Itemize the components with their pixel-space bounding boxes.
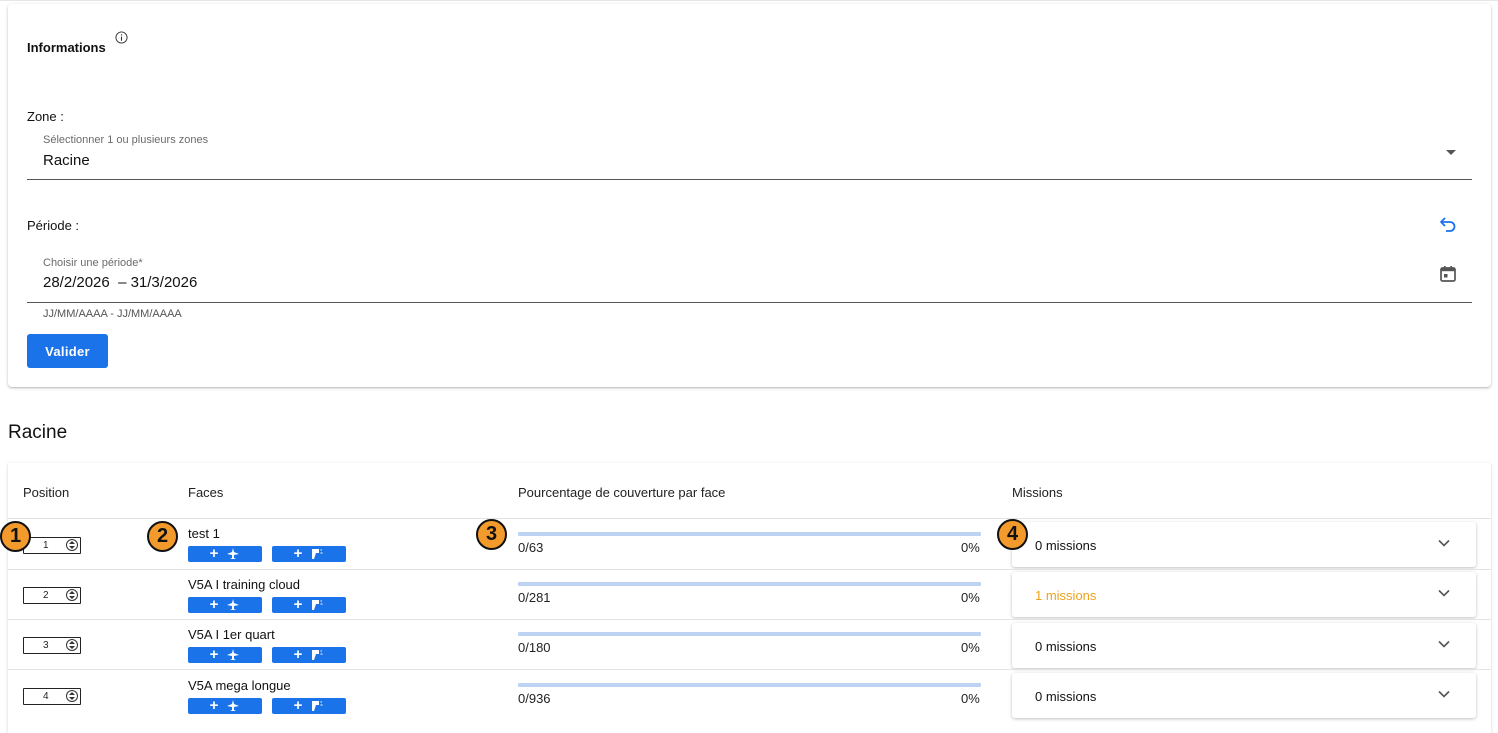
caret-down-icon[interactable] — [1446, 150, 1456, 155]
add-drone-mission-button[interactable]: + — [272, 698, 346, 714]
callout-badge-4: 4 — [997, 519, 1028, 550]
column-header-coverage: Pourcentage de couverture par face — [518, 485, 726, 500]
chevron-down-icon[interactable] — [1438, 690, 1450, 698]
row-divider — [8, 569, 1491, 570]
coverage-percent: 0% — [961, 640, 980, 655]
column-header-position: Position — [23, 485, 70, 500]
top-divider — [0, 0, 1498, 1]
callout-badge-2: 2 — [147, 521, 178, 552]
coverage-count: 0/281 — [518, 590, 551, 605]
zone-select-underline — [27, 179, 1472, 180]
zone-select-value[interactable]: Racine — [43, 152, 90, 169]
stepper-arrows-icon[interactable] — [66, 589, 78, 601]
face-name: test 1 — [188, 526, 220, 541]
drone-icon — [312, 650, 323, 660]
missions-count: 0 missions — [1035, 639, 1097, 654]
coverage-count: 0/63 — [518, 540, 544, 555]
add-plane-mission-button[interactable]: + — [188, 698, 262, 714]
coverage-percent: 0% — [961, 691, 980, 706]
coverage-progress-bar — [518, 683, 981, 687]
add-plane-mission-button[interactable]: + — [188, 647, 262, 663]
position-stepper[interactable]: 2 — [23, 587, 81, 604]
missions-expander[interactable]: 0 missions — [1012, 623, 1476, 668]
face-name: V5A I 1er quart — [188, 627, 275, 642]
stepper-arrows-icon[interactable] — [66, 690, 78, 702]
airplane-icon — [227, 649, 240, 660]
zone-label: Zone : — [27, 109, 64, 124]
position-value: 2 — [43, 590, 49, 601]
add-drone-mission-button[interactable]: + — [272, 647, 346, 663]
airplane-icon — [227, 599, 240, 610]
column-header-missions: Missions — [1012, 485, 1063, 500]
drone-icon — [312, 549, 323, 559]
section-title: Racine — [8, 422, 68, 443]
coverage-progress-bar — [518, 632, 981, 636]
position-stepper[interactable]: 4 — [23, 688, 81, 705]
add-plane-mission-button[interactable]: + — [188, 597, 262, 613]
face-name: V5A I training cloud — [188, 577, 301, 592]
callout-badge-1: 1 — [0, 521, 31, 552]
missions-expander[interactable]: 0 missions — [1012, 522, 1476, 567]
airplane-icon — [227, 700, 240, 711]
zone-select-caption: Sélectionner 1 ou plusieurs zones — [43, 134, 209, 146]
row-divider — [8, 619, 1491, 620]
row-divider — [8, 669, 1491, 670]
header-divider — [8, 518, 1491, 519]
card-title: Informations — [27, 40, 106, 55]
position-stepper[interactable]: 1 — [23, 537, 81, 554]
airplane-icon — [227, 548, 240, 559]
info-icon[interactable] — [115, 31, 128, 44]
chevron-down-icon[interactable] — [1438, 539, 1450, 547]
undo-icon[interactable] — [1439, 216, 1457, 232]
missions-count: 1 missions — [1035, 588, 1097, 603]
chevron-down-icon[interactable] — [1438, 589, 1450, 597]
calendar-icon[interactable] — [1439, 265, 1457, 283]
missions-expander[interactable]: 0 missions — [1012, 673, 1476, 718]
coverage-percent: 0% — [961, 540, 980, 555]
date-format-hint: JJ/MM/AAAA - JJ/MM/AAAA — [43, 308, 182, 320]
informations-card: Informations Zone : Sélectionner 1 ou pl… — [8, 4, 1491, 387]
position-value: 4 — [43, 691, 49, 702]
add-plane-mission-button[interactable]: + — [188, 546, 262, 562]
add-drone-mission-button[interactable]: + — [272, 597, 346, 613]
drone-icon — [312, 600, 323, 610]
periode-picker-value[interactable]: 28/2/2026 – 31/3/2026 — [43, 274, 197, 291]
valider-button[interactable]: Valider — [27, 334, 108, 368]
coverage-percent: 0% — [961, 590, 980, 605]
periode-label: Période : — [27, 218, 80, 233]
column-header-faces: Faces — [188, 485, 224, 500]
face-name: V5A mega longue — [188, 678, 291, 693]
periode-picker-underline — [27, 302, 1472, 303]
position-stepper[interactable]: 3 — [23, 637, 81, 654]
stepper-arrows-icon[interactable] — [66, 539, 78, 551]
stepper-arrows-icon[interactable] — [66, 639, 78, 651]
periode-picker-caption: Choisir une période* — [43, 257, 143, 269]
coverage-count: 0/180 — [518, 640, 551, 655]
coverage-progress-bar — [518, 532, 981, 536]
coverage-count: 0/936 — [518, 691, 551, 706]
coverage-progress-bar — [518, 582, 981, 586]
position-value: 1 — [43, 540, 49, 551]
position-value: 3 — [43, 640, 49, 651]
add-drone-mission-button[interactable]: + — [272, 546, 346, 562]
chevron-down-icon[interactable] — [1438, 640, 1450, 648]
missions-count: 0 missions — [1035, 538, 1097, 553]
callout-badge-3: 3 — [476, 519, 507, 550]
missions-count: 0 missions — [1035, 689, 1097, 704]
drone-icon — [312, 701, 323, 711]
missions-expander[interactable]: 1 missions — [1012, 572, 1476, 617]
